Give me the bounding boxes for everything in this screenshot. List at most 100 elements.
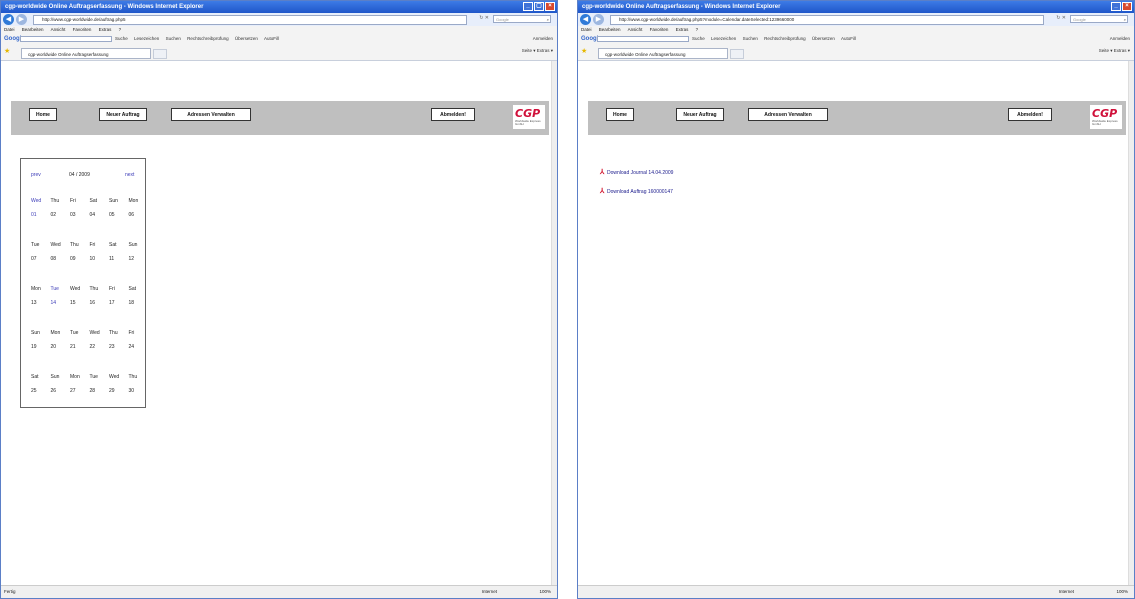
- calendar-day[interactable]: 06: [129, 212, 149, 218]
- maximize-button[interactable]: ▢: [534, 2, 544, 11]
- calendar-day[interactable]: 27: [70, 388, 90, 394]
- calendar-day[interactable]: 21: [70, 344, 90, 350]
- google-tool-autofill[interactable]: AutoFill: [264, 36, 279, 41]
- google-tool-translate[interactable]: Übersetzen: [235, 36, 258, 41]
- calendar-day[interactable]: 05: [109, 212, 129, 218]
- refresh-stop-icons[interactable]: ↻ ✕: [1056, 15, 1066, 21]
- url-input[interactable]: http://www.cgp-worldwide.de/auftrag.php5: [33, 15, 467, 25]
- calendar-day[interactable]: 28: [90, 388, 110, 394]
- tab-current[interactable]: cgp-worldwide Online Auftragserfassung: [21, 48, 151, 59]
- menu-favorites[interactable]: Favoriten: [73, 27, 92, 32]
- refresh-stop-icons[interactable]: ↻ ✕: [479, 15, 489, 21]
- search-input[interactable]: Google ⌕: [1070, 15, 1128, 23]
- url-input[interactable]: http://www.cgp-worldwide.de/auftrag.php5…: [610, 15, 1044, 25]
- calendar-prev-link[interactable]: prev: [31, 172, 41, 178]
- google-tool-translate[interactable]: Übersetzen: [812, 36, 835, 41]
- google-tool-search[interactable]: Suche: [115, 36, 128, 41]
- home-button[interactable]: Home: [29, 108, 57, 121]
- calendar-day[interactable]: 07: [31, 256, 51, 262]
- home-button[interactable]: Home: [606, 108, 634, 121]
- google-tool-spellcheck[interactable]: Rechtschreibprüfung: [187, 36, 229, 41]
- calendar-day[interactable]: 22: [90, 344, 110, 350]
- google-tool-autofill[interactable]: AutoFill: [841, 36, 856, 41]
- menu-edit[interactable]: Bearbeiten: [22, 27, 44, 32]
- calendar-next-link[interactable]: next: [125, 172, 134, 178]
- zoom-level[interactable]: 100%: [1116, 586, 1128, 598]
- vertical-scrollbar[interactable]: [551, 61, 557, 586]
- new-tab-button[interactable]: [730, 49, 744, 59]
- calendar-day[interactable]: 30: [129, 388, 149, 394]
- calendar-day[interactable]: 18: [129, 300, 149, 306]
- calendar-day[interactable]: 15: [70, 300, 90, 306]
- menu-file[interactable]: Datei: [4, 27, 15, 32]
- calendar-day[interactable]: 01: [31, 212, 51, 218]
- calendar-day[interactable]: 20: [51, 344, 71, 350]
- search-icon[interactable]: ⌕: [547, 16, 549, 24]
- calendar-day[interactable]: 29: [109, 388, 129, 394]
- vertical-scrollbar[interactable]: [1128, 61, 1134, 586]
- minimize-button[interactable]: _: [1111, 2, 1121, 11]
- new-tab-button[interactable]: [153, 49, 167, 59]
- command-bar[interactable]: Seite ▾ Extras ▾: [522, 48, 553, 54]
- download-order-link[interactable]: ⅄ Download Auftrag 160000147: [600, 188, 673, 195]
- logout-button[interactable]: Abmelden!: [431, 108, 475, 121]
- command-bar[interactable]: Seite ▾ Extras ▾: [1099, 48, 1130, 54]
- favorites-star-icon[interactable]: ★: [4, 47, 10, 55]
- search-icon[interactable]: ⌕: [1124, 16, 1126, 24]
- menu-tools[interactable]: Extras: [99, 27, 112, 32]
- tab-current[interactable]: cgp-worldwide Online Auftragserfassung: [598, 48, 728, 59]
- google-tool-bookmarks[interactable]: Lesezeichen: [134, 36, 159, 41]
- new-order-button[interactable]: Neuer Auftrag: [676, 108, 724, 121]
- calendar-day[interactable]: 14: [51, 300, 71, 306]
- menu-help[interactable]: ?: [696, 27, 699, 32]
- close-button[interactable]: ×: [1122, 2, 1132, 11]
- logout-button[interactable]: Abmelden!: [1008, 108, 1052, 121]
- download-journal-link[interactable]: ⅄ Download Journal 14.04.2009: [600, 169, 673, 176]
- calendar-day[interactable]: 11: [109, 256, 129, 262]
- calendar-day[interactable]: 09: [70, 256, 90, 262]
- google-tool-find[interactable]: Suchen: [743, 36, 758, 41]
- menu-tools[interactable]: Extras: [676, 27, 689, 32]
- google-signin[interactable]: Anmelden: [533, 34, 553, 44]
- favorites-star-icon[interactable]: ★: [581, 47, 587, 55]
- google-search-field[interactable]: [20, 36, 112, 42]
- forward-icon[interactable]: ▶: [16, 14, 27, 25]
- menu-help[interactable]: ?: [119, 27, 122, 32]
- menu-edit[interactable]: Bearbeiten: [599, 27, 621, 32]
- calendar-day[interactable]: 23: [109, 344, 129, 350]
- google-tool-find[interactable]: Suchen: [166, 36, 181, 41]
- menu-file[interactable]: Datei: [581, 27, 592, 32]
- manage-addresses-button[interactable]: Adressen Verwalten: [748, 108, 828, 121]
- back-icon[interactable]: ◀: [3, 14, 14, 25]
- menu-favorites[interactable]: Favoriten: [650, 27, 669, 32]
- google-search-field[interactable]: [597, 36, 689, 42]
- google-tool-bookmarks[interactable]: Lesezeichen: [711, 36, 736, 41]
- calendar-day[interactable]: 26: [51, 388, 71, 394]
- calendar-day[interactable]: 08: [51, 256, 71, 262]
- calendar-day[interactable]: 02: [51, 212, 71, 218]
- google-tool-search[interactable]: Suche: [692, 36, 705, 41]
- menu-view[interactable]: Ansicht: [51, 27, 66, 32]
- calendar-day[interactable]: 13: [31, 300, 51, 306]
- google-tool-spellcheck[interactable]: Rechtschreibprüfung: [764, 36, 806, 41]
- calendar-day[interactable]: 10: [90, 256, 110, 262]
- calendar-weekday-row: Tue Wed Thu Fri Sat Sun: [31, 242, 148, 248]
- calendar-day[interactable]: 12: [129, 256, 149, 262]
- calendar-day[interactable]: 19: [31, 344, 51, 350]
- calendar-day[interactable]: 03: [70, 212, 90, 218]
- google-signin[interactable]: Anmelden: [1110, 34, 1130, 44]
- calendar-day[interactable]: 17: [109, 300, 129, 306]
- menu-view[interactable]: Ansicht: [628, 27, 643, 32]
- minimize-button[interactable]: _: [523, 2, 533, 11]
- search-input[interactable]: Google ⌕: [493, 15, 551, 23]
- calendar-day[interactable]: 04: [90, 212, 110, 218]
- new-order-button[interactable]: Neuer Auftrag: [99, 108, 147, 121]
- manage-addresses-button[interactable]: Adressen Verwalten: [171, 108, 251, 121]
- calendar-day[interactable]: 24: [129, 344, 149, 350]
- zoom-level[interactable]: 100%: [539, 586, 551, 598]
- calendar-day[interactable]: 16: [90, 300, 110, 306]
- forward-icon[interactable]: ▶: [593, 14, 604, 25]
- calendar-day[interactable]: 25: [31, 388, 51, 394]
- close-button[interactable]: ×: [545, 2, 555, 11]
- back-icon[interactable]: ◀: [580, 14, 591, 25]
